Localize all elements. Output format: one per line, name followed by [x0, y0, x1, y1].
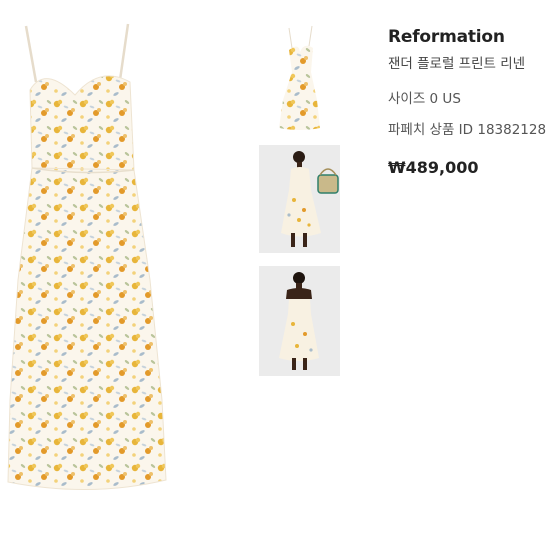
- thumbnail-model-back[interactable]: [259, 266, 340, 376]
- product-title: 잰더 플로럴 프린트 리넨: [388, 56, 526, 72]
- product-id: 파페치 상품 ID 18382128: [388, 122, 547, 138]
- thumbnail-model-back-image: [259, 266, 340, 376]
- thumbnail-model-front[interactable]: [259, 145, 340, 253]
- brand-name[interactable]: Reformation: [388, 26, 559, 48]
- product-info: Reformation 잰더 플로럴 프린트 리넨 사이즈 0 US 파페치 상…: [388, 26, 559, 196]
- thumbnail-dress-front[interactable]: [259, 20, 340, 133]
- thumbnail-dress-front-image: [259, 20, 340, 133]
- dress-illustration: [7, 23, 167, 491]
- thumbnail-model-front-image: [259, 145, 340, 253]
- main-product-image[interactable]: [0, 20, 175, 500]
- product-price: ₩489,000: [388, 158, 479, 177]
- product-size: 사이즈 0 US: [388, 91, 461, 107]
